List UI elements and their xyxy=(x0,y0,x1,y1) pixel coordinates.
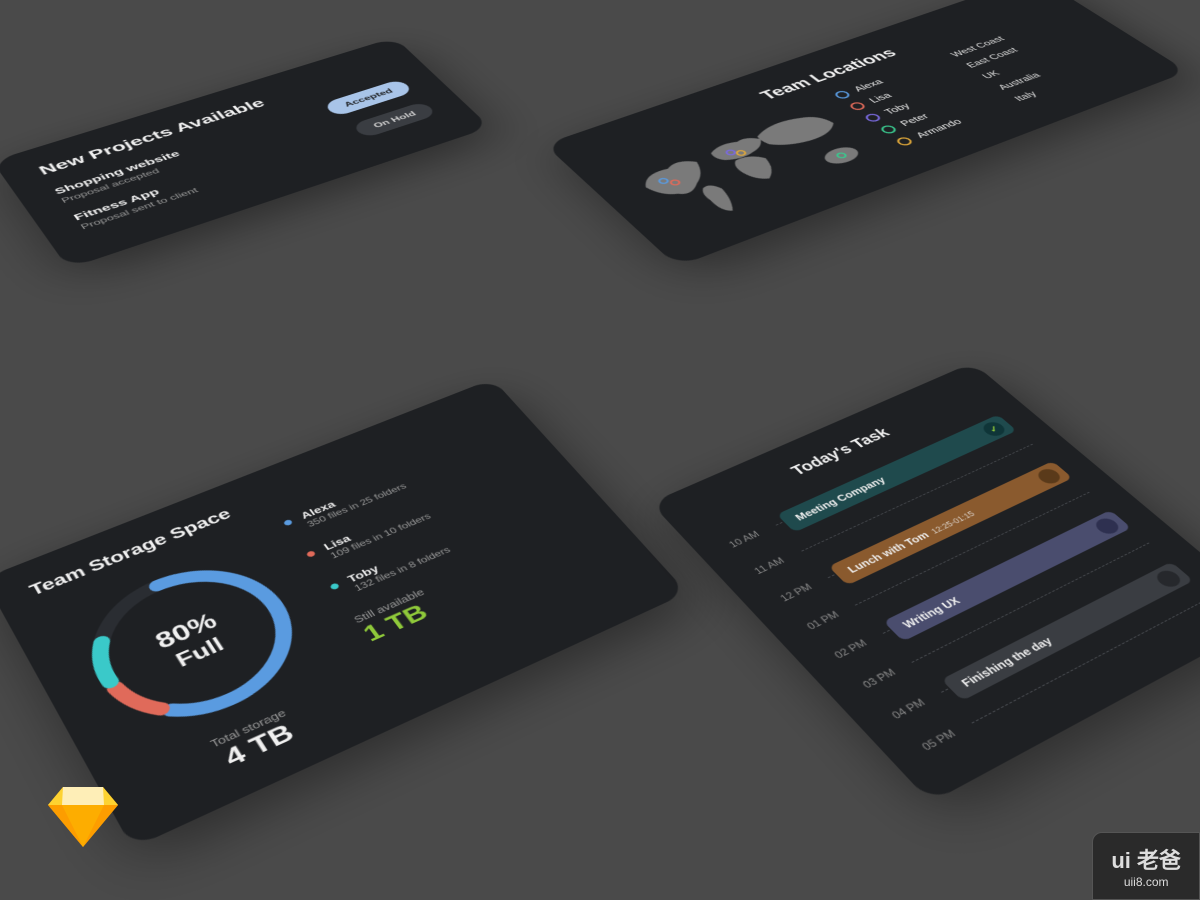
timeline-divider xyxy=(971,596,1200,723)
available-value: 1 TB xyxy=(358,526,605,647)
storage-full-label: Full xyxy=(171,633,228,672)
event-dot-icon xyxy=(1152,567,1184,589)
sketch-logo-icon xyxy=(48,783,118,852)
member-dot-icon xyxy=(306,550,317,558)
timeline-divider xyxy=(911,542,1149,662)
person-dot-icon xyxy=(863,112,883,123)
hour-label: 03 PM xyxy=(860,657,916,690)
person-name: Lisa xyxy=(866,91,894,105)
world-map-icon xyxy=(614,99,896,238)
person-name: Toby xyxy=(882,101,913,116)
person-dot-icon xyxy=(894,136,914,147)
hour-label: 02 PM xyxy=(832,629,888,661)
person-dot-icon xyxy=(832,89,852,99)
hour-label: 11 AM xyxy=(752,547,806,577)
storage-card: Team Storage Space 80% Full xyxy=(0,379,687,848)
total-storage-value: 4 TB xyxy=(141,686,375,809)
projects-card: New Projects Available Shopping website … xyxy=(0,37,490,268)
watermark: ui 老爸 uii8.com xyxy=(1092,832,1200,900)
event-dot-icon xyxy=(1091,515,1122,536)
tasks-card: Today's Task 10 AM Meeting Company ✓ 11 … xyxy=(650,362,1200,802)
event-dot-icon xyxy=(1034,466,1064,486)
projects-title: New Projects Available xyxy=(36,58,391,178)
hour-label: 04 PM xyxy=(889,687,946,721)
project-row: Shopping website Proposal accepted Accep… xyxy=(52,78,414,205)
person-dot-icon xyxy=(878,124,898,135)
person-dot-icon xyxy=(847,101,867,111)
person-name: Alexa xyxy=(851,77,886,93)
event-title: Writing UX xyxy=(900,595,963,631)
task-event[interactable]: Finishing the day xyxy=(941,562,1193,701)
check-icon: ✓ xyxy=(979,419,1008,438)
watermark-url: uii8.com xyxy=(1111,875,1181,889)
member-dot-icon xyxy=(329,582,340,590)
hour-label: 05 PM xyxy=(919,718,977,753)
member-dot-icon xyxy=(283,519,293,526)
timeline-divider xyxy=(941,569,1181,693)
hour-label: 01 PM xyxy=(804,601,859,632)
locations-card: Team Locations xyxy=(544,0,1187,267)
hour-label: 12 PM xyxy=(777,573,831,603)
event-title: Finishing the day xyxy=(958,635,1055,690)
person-name: Peter xyxy=(897,112,931,128)
watermark-brand: ui 老爸 xyxy=(1111,843,1181,875)
storage-percent: 80% xyxy=(151,608,222,654)
